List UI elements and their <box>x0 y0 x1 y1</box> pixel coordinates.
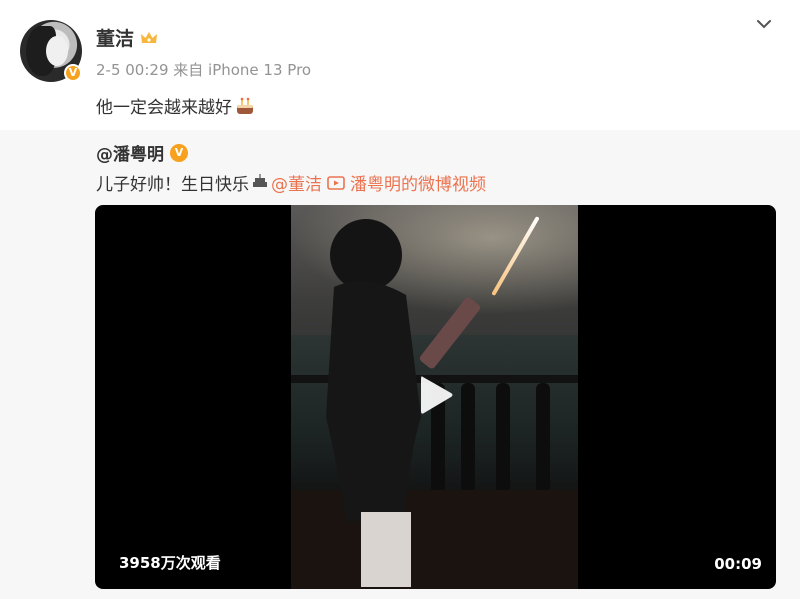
video-link[interactable]: 潘粤明的微博视频 <box>350 170 486 195</box>
repost-author[interactable]: @潘粤明 <box>96 140 164 165</box>
verified-badge: V <box>64 64 82 82</box>
video-duration: 00:09 <box>714 555 762 573</box>
play-icon[interactable] <box>413 373 457 417</box>
video-player[interactable]: 3958万次观看 00:09 <box>95 205 776 589</box>
birthday-cake-icon <box>251 171 269 194</box>
repost-text: 儿子好帅！生日快乐 <box>96 175 249 195</box>
baluster <box>536 383 550 493</box>
baluster <box>461 383 475 493</box>
child-silhouette <box>326 219 421 587</box>
baluster <box>496 383 510 493</box>
mention-link[interactable]: @董洁 <box>271 170 322 195</box>
avatar-face <box>46 36 68 66</box>
weibo-post: V 董洁 2-5 00:29 来自 iPhone 13 Pro 他一定会越来越好 <box>0 0 800 130</box>
view-count: 3958万次观看 <box>119 554 221 572</box>
post-meta: 2-5 00:29 来自 iPhone 13 Pro <box>96 61 312 79</box>
repost-card: @潘粤明 V 儿子好帅！生日快乐 @董洁 潘粤明的微博视频 3958万次观看 0… <box>0 130 800 599</box>
crown-icon <box>140 30 158 46</box>
post-text: 他一定会越来越好 <box>96 98 232 118</box>
author-name[interactable]: 董洁 <box>96 24 134 51</box>
post-body: 他一定会越来越好 <box>96 93 256 118</box>
author-row: 董洁 <box>96 24 158 51</box>
close-icon[interactable] <box>754 14 774 34</box>
repost-verified-badge: V <box>170 143 188 162</box>
repost-author-row: @潘粤明 V <box>96 140 188 165</box>
cake-icon <box>234 95 256 117</box>
video-link-icon[interactable] <box>327 175 345 191</box>
repost-body: 儿子好帅！生日快乐 @董洁 潘粤明的微博视频 <box>96 170 486 195</box>
avatar[interactable]: V <box>20 20 82 82</box>
